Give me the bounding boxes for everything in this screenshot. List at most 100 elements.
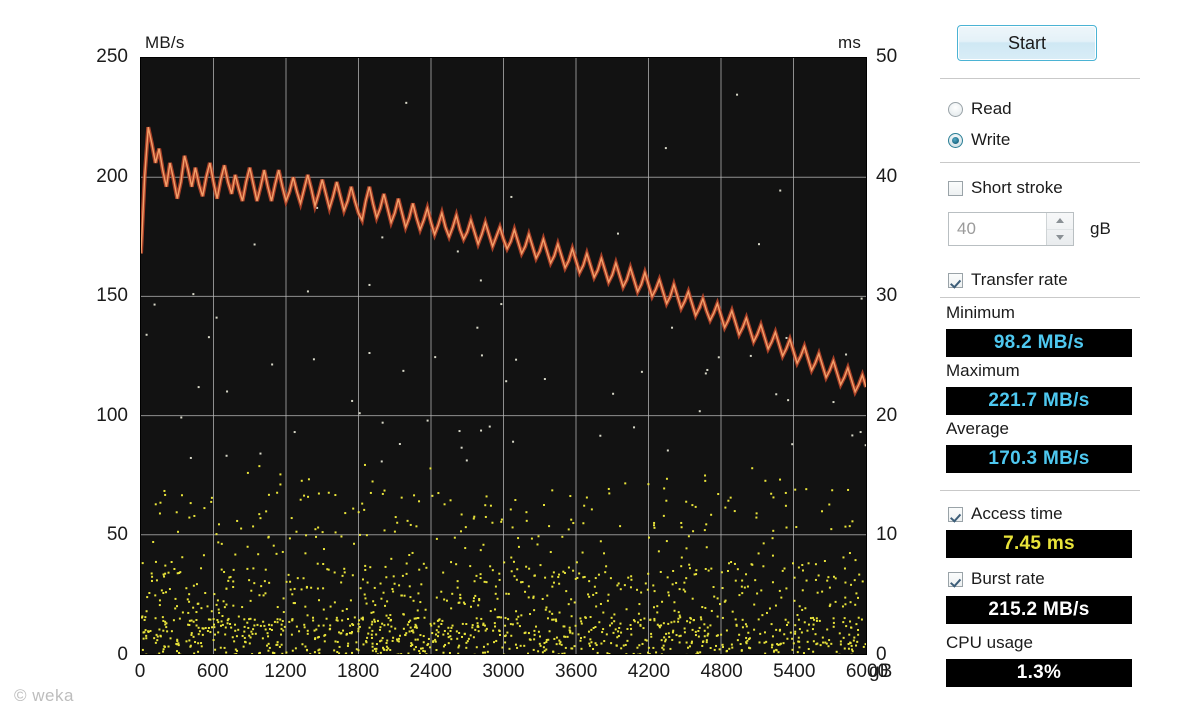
- access-time-point: [673, 620, 676, 623]
- access-time-point: [751, 467, 754, 470]
- access-time-point: [251, 632, 254, 635]
- short-stroke-checkbox-icon[interactable]: [948, 180, 963, 196]
- access-time-point: [543, 642, 546, 645]
- access-time-point: [310, 586, 313, 589]
- access-time-point: [381, 421, 384, 424]
- access-time-point: [823, 560, 826, 563]
- access-time-point: [215, 316, 218, 319]
- access-time-point: [313, 651, 316, 654]
- access-time-point: [857, 596, 860, 599]
- access-time-point: [533, 629, 536, 632]
- access-time-point: [721, 643, 724, 646]
- access-time-point: [713, 595, 716, 598]
- access-time-point: [807, 623, 810, 626]
- short-stroke-row[interactable]: Short stroke: [948, 176, 1063, 200]
- access-time-point: [197, 633, 200, 636]
- access-time-point: [527, 632, 530, 635]
- radio-read-row[interactable]: Read: [948, 97, 1012, 121]
- stepper-increment-button[interactable]: [1047, 213, 1073, 230]
- access-time-point: [851, 648, 854, 651]
- access-time-point: [539, 635, 541, 638]
- access-time-point: [772, 529, 775, 532]
- access-time-point: [280, 623, 283, 626]
- access-time-point: [551, 585, 554, 588]
- access-time-point: [771, 643, 774, 646]
- short-stroke-size-input[interactable]: 40: [949, 213, 1046, 245]
- short-stroke-size-stepper[interactable]: 40: [948, 212, 1074, 246]
- access-time-point: [447, 642, 450, 645]
- access-time-point: [523, 632, 526, 635]
- access-time-point: [514, 643, 517, 646]
- access-time-point: [500, 518, 503, 521]
- access-time-point: [197, 626, 200, 629]
- access-time-point: [717, 356, 720, 359]
- access-time-point: [211, 626, 214, 629]
- access-time-point: [216, 599, 219, 602]
- access-time-point: [276, 643, 279, 646]
- burst-rate-row[interactable]: Burst rate: [948, 567, 1045, 591]
- access-time-point: [771, 537, 774, 540]
- access-time-point: [266, 644, 269, 647]
- access-time-point: [692, 619, 695, 622]
- access-time-point: [664, 640, 667, 643]
- access-time-point: [612, 392, 615, 395]
- access-time-point: [555, 620, 558, 623]
- access-time-point: [141, 648, 144, 651]
- access-time-point: [143, 619, 146, 622]
- access-time-point: [458, 644, 461, 647]
- access-time-point: [633, 426, 636, 429]
- access-time-point: [620, 631, 623, 634]
- access-time-point: [365, 640, 368, 643]
- access-time-point: [563, 571, 566, 574]
- access-time-point: [571, 632, 574, 635]
- access-time-point: [316, 636, 319, 639]
- access-time-point: [246, 621, 249, 624]
- access-time-point: [671, 583, 674, 586]
- access-time-point: [499, 633, 502, 636]
- access-time-point: [378, 628, 381, 631]
- access-time-point: [827, 645, 830, 648]
- access-time-point: [812, 650, 815, 653]
- write-radio-icon[interactable]: [948, 132, 963, 148]
- access-time-point: [567, 603, 570, 606]
- radio-write-row[interactable]: Write: [948, 128, 1010, 152]
- benchmark-chart-panel: MB/s ms 250 200 150 100 50 0 50 40 30 20 10 0 0 600…: [0, 0, 930, 720]
- access-time-point: [719, 603, 721, 606]
- access-time-point: [544, 608, 547, 611]
- burst-rate-checkbox-icon[interactable]: [948, 571, 963, 587]
- access-time-point: [303, 494, 306, 497]
- access-time-checkbox-icon[interactable]: [948, 506, 963, 522]
- access-time-point: [688, 567, 691, 570]
- access-time-point: [757, 618, 760, 621]
- access-time-point: [227, 617, 230, 620]
- access-time-point: [351, 574, 354, 577]
- access-time-point: [757, 243, 760, 246]
- access-time-point: [355, 641, 358, 644]
- access-time-point: [485, 627, 488, 630]
- access-time-point: [486, 643, 489, 646]
- read-radio-icon[interactable]: [948, 101, 963, 117]
- access-time-row[interactable]: Access time: [948, 502, 1063, 526]
- access-time-point: [190, 633, 193, 636]
- access-time-point: [720, 633, 723, 636]
- access-time-point: [566, 635, 569, 638]
- access-time-point: [857, 633, 860, 636]
- access-time-point: [784, 491, 787, 494]
- stepper-buttons[interactable]: [1046, 213, 1073, 245]
- access-time-point: [500, 616, 503, 619]
- access-time-point: [363, 593, 366, 596]
- access-time-point: [463, 632, 466, 635]
- access-time-point: [306, 629, 309, 632]
- access-time-point: [154, 503, 157, 506]
- start-button[interactable]: Start: [957, 25, 1097, 61]
- transfer-rate-row[interactable]: Transfer rate: [948, 268, 1068, 292]
- access-time-point: [479, 549, 482, 552]
- access-time-point: [365, 534, 368, 537]
- transfer-rate-checkbox-icon[interactable]: [948, 272, 963, 288]
- access-time-point: [263, 624, 266, 627]
- access-time-point: [315, 535, 318, 538]
- stepper-decrement-button[interactable]: [1047, 230, 1073, 246]
- access-time-point: [411, 551, 414, 554]
- access-time-point: [398, 634, 401, 637]
- access-time-point: [848, 525, 851, 528]
